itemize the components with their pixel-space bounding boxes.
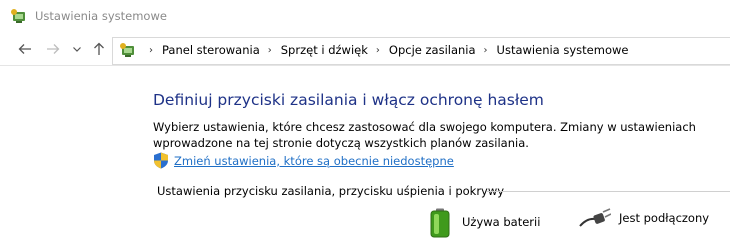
change-unavailable-settings-link[interactable]: Zmień ustawienia, które są obecnie niedo… bbox=[174, 154, 454, 168]
uac-shield-icon bbox=[154, 152, 168, 169]
address-bar: › Panel sterowania › Sprzęt i dźwięk › O… bbox=[0, 34, 730, 66]
recent-locations-button[interactable] bbox=[68, 40, 86, 58]
column-plugged-in: Jest podłączony bbox=[577, 206, 709, 230]
page-title: Definiuj przyciski zasilania i włącz och… bbox=[153, 91, 544, 109]
column-label-plugged-in: Jest podłączony bbox=[619, 211, 710, 225]
control-panel-icon bbox=[120, 43, 134, 57]
power-plug-icon bbox=[579, 208, 611, 227]
breadcrumb-separator: › bbox=[483, 44, 488, 56]
breadcrumb-separator: › bbox=[149, 44, 153, 56]
battery-icon bbox=[430, 208, 450, 238]
section-divider bbox=[487, 191, 730, 192]
window-title: Ustawienia systemowe bbox=[35, 9, 167, 23]
arrow-left-icon bbox=[18, 44, 31, 54]
page-description: Wybierz ustawienia, które chcesz zastoso… bbox=[153, 120, 696, 150]
breadcrumb-item-sprzet-i-dzwiek[interactable]: Sprzęt i dźwięk bbox=[281, 43, 368, 57]
arrow-right-icon bbox=[47, 44, 60, 54]
chevron-down-icon bbox=[73, 47, 81, 52]
forward-button[interactable] bbox=[44, 40, 62, 58]
breadcrumb-separator: › bbox=[375, 44, 380, 56]
back-button[interactable] bbox=[16, 40, 34, 58]
breadcrumb[interactable]: › Panel sterowania › Sprzęt i dźwięk › O… bbox=[112, 37, 730, 65]
control-panel-icon bbox=[11, 9, 25, 23]
title-bar: Ustawienia systemowe bbox=[0, 0, 730, 32]
breadcrumb-item-panel-sterowania[interactable]: Panel sterowania bbox=[162, 43, 260, 57]
column-label-on-battery: Używa baterii bbox=[462, 215, 541, 229]
change-settings-row[interactable]: Zmień ustawienia, które są obecnie niedo… bbox=[153, 152, 454, 169]
breadcrumb-item-opcje-zasilania[interactable]: Opcje zasilania bbox=[389, 43, 476, 57]
arrow-up-icon bbox=[94, 42, 104, 55]
up-button[interactable] bbox=[90, 40, 108, 58]
section-title: Ustawienia przycisku zasilania, przycisk… bbox=[157, 184, 505, 198]
column-on-battery: Używa baterii bbox=[430, 206, 540, 238]
breadcrumb-item-ustawienia-systemowe[interactable]: Ustawienia systemowe bbox=[497, 43, 629, 57]
breadcrumb-separator: › bbox=[267, 44, 272, 56]
